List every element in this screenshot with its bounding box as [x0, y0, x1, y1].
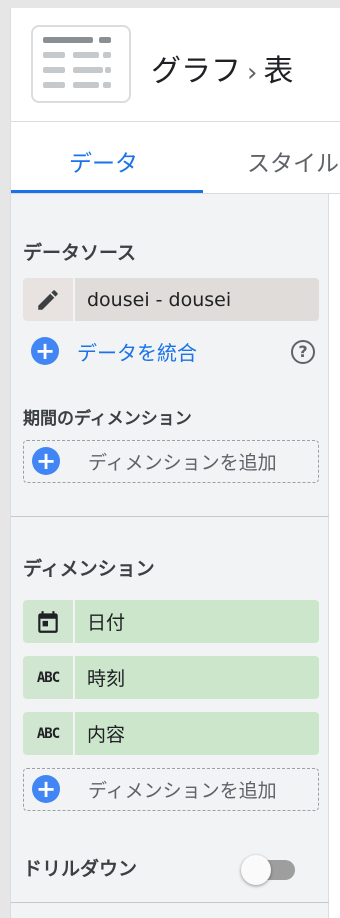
dimensions-title: ディメンション — [23, 558, 155, 580]
tab-style[interactable]: スタイル — [247, 144, 339, 178]
calendar-icon — [23, 600, 73, 643]
data-source-title: データソース — [23, 242, 137, 264]
table-chart-icon[interactable] — [31, 25, 131, 103]
pencil-icon[interactable] — [23, 278, 73, 321]
breadcrumb-parent[interactable]: グラフ — [151, 54, 241, 89]
dimension-chip[interactable]: ABC 内容 — [23, 712, 319, 755]
data-source-name: dousei - dousei — [75, 278, 319, 321]
drilldown-toggle-knob[interactable] — [241, 855, 271, 885]
dimension-label: 日付 — [75, 600, 319, 643]
section-divider — [11, 902, 329, 903]
chevron-right-icon: › — [247, 58, 258, 88]
blend-data-label: データを統合 — [77, 340, 197, 365]
scrollbar-track[interactable] — [329, 194, 340, 918]
panel-header: グラフ › 表 — [11, 8, 340, 122]
data-source-chip[interactable]: dousei - dousei — [23, 278, 319, 321]
add-dimension-button[interactable]: + ディメンションを追加 — [23, 768, 319, 811]
date-range-dimension-title: 期間のディメンション — [23, 409, 192, 429]
dimension-chip[interactable]: ABC 時刻 — [23, 656, 319, 699]
add-circle-icon: + — [31, 337, 59, 365]
add-dimension-label: ディメンションを追加 — [88, 779, 277, 802]
add-circle-icon: + — [32, 447, 60, 475]
breadcrumb: グラフ › 表 — [151, 46, 293, 90]
active-tab-indicator — [11, 190, 203, 193]
panel-tabs: データ スタイル — [11, 122, 340, 194]
dimension-chip[interactable]: 日付 — [23, 600, 319, 643]
data-tab-content: データソース dousei - dousei + データを統合 ? 期間のディメ… — [11, 194, 329, 918]
properties-panel: グラフ › 表 データ スタイル データソース dousei - dousei + … — [10, 8, 340, 918]
help-circle-icon[interactable]: ? — [291, 340, 315, 364]
drilldown-label: ドリルダウン — [23, 858, 138, 880]
tab-data[interactable]: データ — [69, 144, 138, 178]
abc-text-icon: ABC — [23, 712, 73, 755]
breadcrumb-current: 表 — [263, 54, 294, 89]
section-divider — [11, 516, 329, 517]
dimension-label: 時刻 — [75, 656, 319, 699]
blend-data-button[interactable]: + データを統合 — [31, 336, 197, 366]
add-dimension-label: ディメンションを追加 — [88, 451, 277, 474]
add-date-range-dimension-button[interactable]: + ディメンションを追加 — [23, 440, 319, 483]
abc-text-icon: ABC — [23, 656, 73, 699]
add-circle-icon: + — [32, 775, 60, 803]
dimension-label: 内容 — [75, 712, 319, 755]
